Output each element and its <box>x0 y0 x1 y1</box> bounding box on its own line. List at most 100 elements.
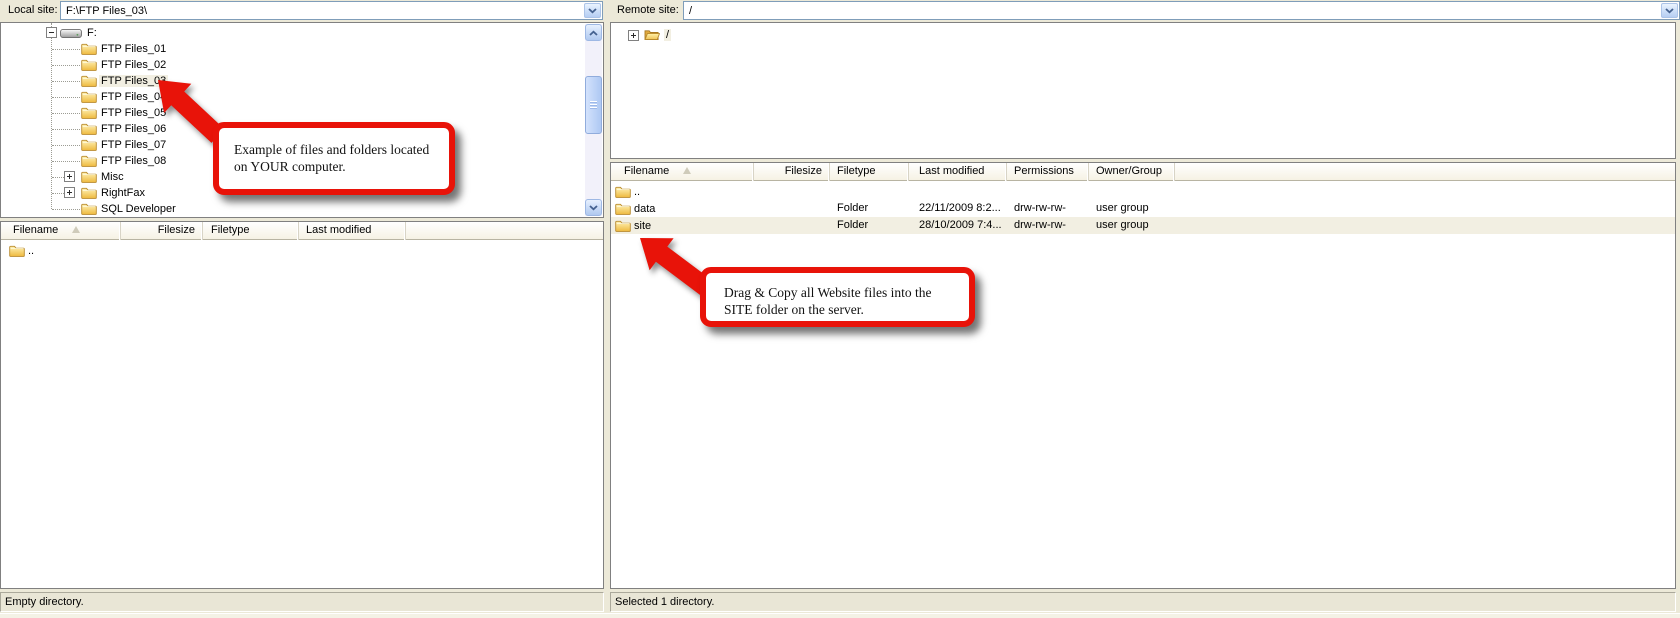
column-header-filesize[interactable]: Filesize <box>754 163 830 181</box>
remote-site-path-value[interactable]: / <box>684 5 1661 17</box>
expand-icon[interactable] <box>628 30 639 41</box>
file-name[interactable]: .. <box>25 243 34 259</box>
tree-item-label[interactable]: FTP Files_07 <box>99 139 168 151</box>
file-row-site-selected[interactable]: site Folder 28/10/2009 7:4... drw-rw-rw-… <box>611 217 1675 234</box>
folder-icon <box>81 42 97 55</box>
file-name[interactable]: site <box>631 218 651 234</box>
tree-item-label[interactable]: SQL Developer <box>99 203 178 215</box>
file-name[interactable]: .. <box>631 184 640 200</box>
remote-list-header: Filename Filesize Filetype Last modified… <box>611 163 1675 181</box>
file-row-data[interactable]: data Folder 22/11/2009 8:2... drw-rw-rw-… <box>611 200 1675 217</box>
tree-item-label[interactable]: RightFax <box>99 187 147 199</box>
folder-open-icon <box>644 28 660 41</box>
expand-icon[interactable] <box>64 187 75 198</box>
tree-item-f-drive[interactable]: F: <box>1 25 603 41</box>
scroll-down-button[interactable] <box>585 199 602 216</box>
tree-item-root[interactable]: / <box>611 25 1675 41</box>
column-header-filename[interactable]: Filename <box>1 222 121 240</box>
file-permissions: drw-rw-rw- <box>1007 217 1089 234</box>
file-type: Folder <box>830 200 909 217</box>
tree-item-ftp-files-02[interactable]: FTP Files_02 <box>1 57 603 73</box>
file-size <box>754 217 830 234</box>
tree-item-ftp-files-01[interactable]: FTP Files_01 <box>1 41 603 57</box>
tree-item-label-selected[interactable]: FTP Files_03 <box>99 75 168 87</box>
remote-site-combobox[interactable]: / <box>683 1 1680 20</box>
folder-icon <box>615 202 631 215</box>
tree-item-label[interactable]: FTP Files_01 <box>99 43 168 55</box>
remote-site-bar: Remote site: / <box>610 0 1680 21</box>
file-permissions: drw-rw-rw- <box>1007 200 1089 217</box>
tree-item-label[interactable]: Misc <box>99 171 126 183</box>
window-bottom-strip <box>0 613 1680 618</box>
column-header-last-modified[interactable]: Last modified <box>909 163 1007 181</box>
remote-tree-panel: / <box>610 22 1676 159</box>
local-list-header: Filename Filesize Filetype Last modified <box>1 222 603 240</box>
folder-icon <box>81 138 97 151</box>
remote-site-dropdown-button[interactable] <box>1661 3 1678 18</box>
expand-icon[interactable] <box>64 171 75 182</box>
tree-item-label[interactable]: FTP Files_08 <box>99 155 168 167</box>
file-size <box>754 200 830 217</box>
column-header-owner-group[interactable]: Owner/Group <box>1089 163 1175 181</box>
tree-item-label[interactable]: FTP Files_04 <box>99 91 168 103</box>
sort-ascending-icon <box>683 167 691 174</box>
folder-icon <box>81 154 97 167</box>
local-site-combobox[interactable]: F:\FTP Files_03\ <box>60 1 603 20</box>
folder-icon <box>81 106 97 119</box>
remote-status-text: Selected 1 directory. <box>615 596 714 608</box>
callout-text-line1: Example of files and folders located <box>234 141 441 158</box>
local-site-dropdown-button[interactable] <box>584 3 601 18</box>
local-file-list-panel: Filename Filesize Filetype Last modified… <box>0 221 604 589</box>
tree-item-label[interactable]: FTP Files_06 <box>99 123 168 135</box>
callout-local-files: Example of files and folders located on … <box>213 122 455 195</box>
file-row-parent-dir[interactable]: .. <box>1 242 603 259</box>
tree-item-label[interactable]: FTP Files_05 <box>99 107 168 119</box>
column-header-permissions[interactable]: Permissions <box>1007 163 1089 181</box>
remote-status-bar: Selected 1 directory. <box>610 592 1676 612</box>
tree-item-label[interactable]: F: <box>85 27 99 39</box>
tree-item-ftp-files-03[interactable]: FTP Files_03 <box>1 73 603 89</box>
remote-site-label: Remote site: <box>617 4 679 16</box>
local-status-bar: Empty directory. <box>0 592 604 612</box>
drive-icon <box>60 28 82 39</box>
file-owner-group: user group <box>1089 200 1175 217</box>
callout-text-line1: Drag & Copy all Website files into the <box>724 284 961 301</box>
column-header-filename[interactable]: Filename <box>611 163 754 181</box>
folder-icon <box>615 219 631 232</box>
tree-item-ftp-files-04[interactable]: FTP Files_04 <box>1 89 603 105</box>
folder-icon <box>615 185 631 198</box>
callout-site-folder: Drag & Copy all Website files into the S… <box>700 267 975 327</box>
folder-icon <box>81 186 97 199</box>
tree-item-sql-developer[interactable]: SQL Developer <box>1 201 603 217</box>
tree-item-label-selected[interactable]: / <box>664 29 671 41</box>
folder-icon <box>81 74 97 87</box>
column-header-last-modified[interactable]: Last modified <box>299 222 406 240</box>
column-header-filetype[interactable]: Filetype <box>203 222 299 240</box>
local-site-path-value[interactable]: F:\FTP Files_03\ <box>61 5 584 17</box>
file-row-parent-dir[interactable]: .. <box>611 183 1675 200</box>
local-tree-scrollbar[interactable] <box>585 24 602 216</box>
chevron-down-icon <box>1665 8 1674 14</box>
scroll-up-button[interactable] <box>585 24 602 41</box>
folder-icon <box>81 170 97 183</box>
scrollbar-thumb[interactable] <box>585 76 602 134</box>
sort-ascending-icon <box>72 226 80 233</box>
file-last-modified: 28/10/2009 7:4... <box>909 217 1007 234</box>
local-status-text: Empty directory. <box>5 596 84 608</box>
folder-icon <box>9 244 25 257</box>
column-header-filetype[interactable]: Filetype <box>830 163 909 181</box>
tree-item-ftp-files-05[interactable]: FTP Files_05 <box>1 105 603 121</box>
folder-icon <box>81 58 97 71</box>
callout-text-line2: on YOUR computer. <box>234 158 441 175</box>
file-type: Folder <box>830 217 909 234</box>
folder-icon <box>81 90 97 103</box>
column-header-filesize[interactable]: Filesize <box>121 222 203 240</box>
folder-icon <box>81 202 97 215</box>
ftp-client-window: Local site: F:\FTP Files_03\ Remote site… <box>0 0 1680 618</box>
chevron-down-icon <box>588 8 597 14</box>
collapse-icon[interactable] <box>46 27 57 38</box>
chevron-up-icon <box>589 30 598 36</box>
tree-item-label[interactable]: FTP Files_02 <box>99 59 168 71</box>
folder-icon <box>81 122 97 135</box>
file-name[interactable]: data <box>631 201 655 217</box>
